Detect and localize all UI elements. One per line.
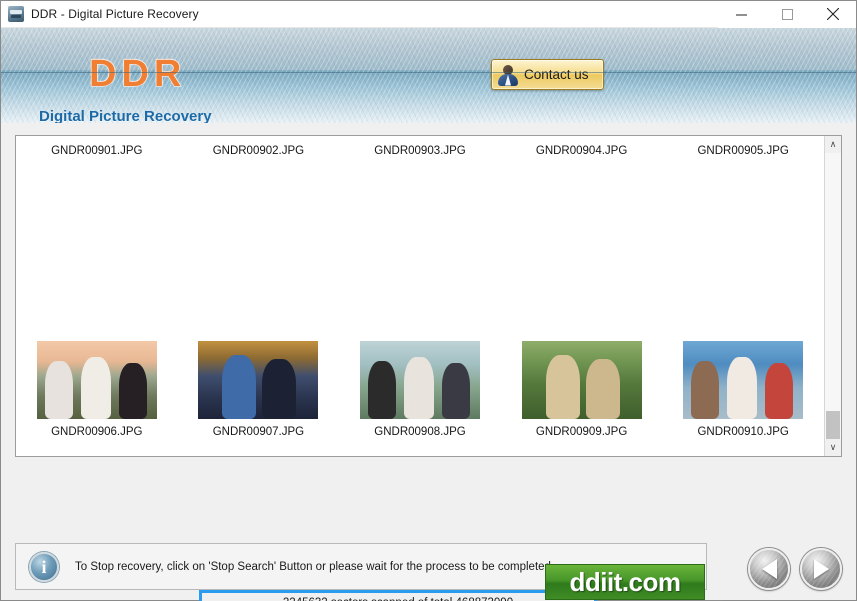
file-name: GNDR00903.JPG xyxy=(374,145,466,157)
main-content: GNDR00901.JPG GNDR00902.JPG GNDR00903.JP… xyxy=(1,123,856,601)
thumbnail-grid[interactable]: GNDR00901.JPG GNDR00902.JPG GNDR00903.JP… xyxy=(16,136,824,456)
file-item[interactable]: GNDR00915.JPG xyxy=(662,441,824,456)
close-button[interactable] xyxy=(810,0,856,28)
file-row: GNDR00906.JPG GNDR00907.JPG GNDR00908.JP… xyxy=(16,291,824,441)
file-row: GNDR00911.JPG GNDR00912.JPG xyxy=(16,441,824,456)
arrow-left-icon xyxy=(761,559,777,579)
file-item[interactable]: GNDR00908.JPG xyxy=(339,291,501,441)
photo-thumbnail[interactable] xyxy=(521,341,642,419)
back-button[interactable] xyxy=(748,548,790,590)
file-name: GNDR00906.JPG xyxy=(51,426,143,438)
file-item[interactable]: GNDR00904.JPG xyxy=(501,136,663,291)
recovered-files-panel: GNDR00901.JPG GNDR00902.JPG GNDR00903.JP… xyxy=(15,135,842,457)
file-item[interactable]: GNDR00909.JPG xyxy=(501,291,663,441)
file-item[interactable]: GNDR00914.JPG xyxy=(501,441,663,456)
file-item[interactable]: GNDR00902.JPG xyxy=(178,136,340,291)
ddr-logo: DDR xyxy=(88,52,187,95)
file-item[interactable]: GNDR00911.JPG xyxy=(16,441,178,456)
file-item[interactable]: GNDR00905.JPG xyxy=(662,136,824,291)
file-item[interactable]: GNDR00901.JPG xyxy=(16,136,178,291)
file-item[interactable]: GNDR00906.JPG xyxy=(16,291,178,441)
status-message: To Stop recovery, click on 'Stop Search'… xyxy=(75,560,555,573)
file-row: GNDR00901.JPG GNDR00902.JPG GNDR00903.JP… xyxy=(16,136,824,291)
file-item[interactable]: GNDR00907.JPG xyxy=(178,291,340,441)
arrow-right-icon xyxy=(813,559,829,579)
vertical-scrollbar[interactable]: ∧ ∨ xyxy=(824,136,841,456)
file-name: GNDR00907.JPG xyxy=(212,426,305,438)
file-name: GNDR00904.JPG xyxy=(535,145,628,157)
file-item[interactable]: GNDR00903.JPG xyxy=(339,136,501,291)
photo-thumbnail[interactable] xyxy=(198,341,319,419)
file-name: GNDR00905.JPG xyxy=(697,145,789,157)
title-bar: DDR - Digital Picture Recovery xyxy=(1,0,856,28)
banner-subtitle: Digital Picture Recovery xyxy=(39,108,212,123)
file-name: GNDR00901.JPG xyxy=(51,145,143,157)
app-banner: DDR Digital Picture Recovery Contact us xyxy=(1,28,856,123)
window-title: DDR - Digital Picture Recovery xyxy=(31,7,199,21)
scan-status-text: 2245632 sectors scanned of total 4688730… xyxy=(210,596,586,601)
watermark-text: ddiit.com xyxy=(569,566,681,597)
application-window: DDR - Digital Picture Recovery DDR Digit… xyxy=(0,0,857,601)
file-name: GNDR00909.JPG xyxy=(535,426,628,438)
scan-progress-panel: 2245632 sectors scanned of total 4688730… xyxy=(199,590,597,601)
minimize-button[interactable] xyxy=(718,0,764,28)
navigation-buttons xyxy=(748,548,842,590)
contact-us-label: Contact us xyxy=(524,67,589,82)
file-item[interactable]: GNDR00912.JPG xyxy=(178,441,340,456)
file-name: GNDR00910.JPG xyxy=(697,426,789,438)
maximize-button[interactable] xyxy=(764,0,810,28)
file-name: GNDR00902.JPG xyxy=(212,145,305,157)
next-button[interactable] xyxy=(800,548,842,590)
file-name: GNDR00908.JPG xyxy=(374,426,466,438)
photo-thumbnail[interactable] xyxy=(36,341,157,419)
info-icon: i xyxy=(29,551,59,582)
photo-thumbnail[interactable] xyxy=(683,341,804,419)
person-icon xyxy=(497,64,519,86)
window-controls xyxy=(718,0,856,28)
file-item[interactable]: GNDR00910.JPG xyxy=(662,291,824,441)
scroll-down-icon[interactable]: ∨ xyxy=(825,439,841,456)
scrollbar-thumb[interactable] xyxy=(826,411,840,439)
scrollbar-track[interactable] xyxy=(825,153,841,439)
site-watermark: ddiit.com xyxy=(545,564,705,600)
contact-us-button[interactable]: Contact us xyxy=(491,59,604,90)
app-icon xyxy=(8,6,24,22)
photo-thumbnail[interactable] xyxy=(359,341,480,419)
file-item[interactable]: GNDR00913.JPG xyxy=(339,441,501,456)
scroll-up-icon[interactable]: ∧ xyxy=(825,136,841,153)
